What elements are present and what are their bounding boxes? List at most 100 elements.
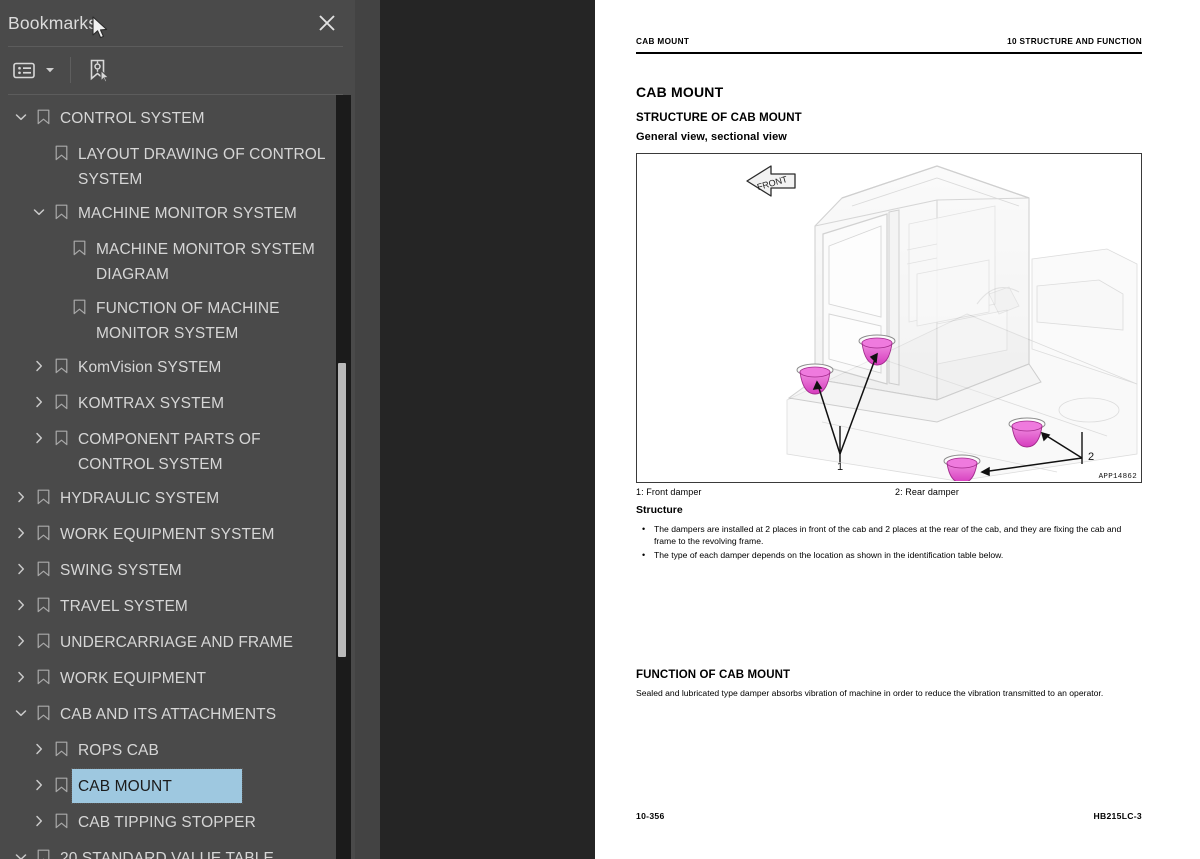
figure-captions: 1: Front damper 2: Rear damper bbox=[636, 487, 1142, 497]
bookmark-icon bbox=[32, 625, 54, 649]
bookmark-tree-item[interactable]: LAYOUT DRAWING OF CONTROL SYSTEM bbox=[0, 137, 336, 196]
chevron-down-icon[interactable] bbox=[28, 196, 50, 218]
list-item: • The dampers are installed at 2 places … bbox=[636, 523, 1142, 547]
bookmark-item-label[interactable]: ROPS CAB bbox=[72, 733, 163, 767]
bookmark-item-label[interactable]: CONTROL SYSTEM bbox=[54, 101, 209, 135]
bookmark-item-label[interactable]: WORK EQUIPMENT SYSTEM bbox=[54, 517, 279, 551]
bookmark-item-label[interactable]: MACHINE MONITOR SYSTEM bbox=[72, 196, 301, 230]
bookmark-item-label[interactable]: MACHINE MONITOR SYSTEM DIAGRAM bbox=[90, 232, 336, 291]
bookmark-tree-item[interactable]: UNDERCARRIAGE AND FRAME bbox=[0, 625, 336, 661]
bookmark-tree-item[interactable]: CAB MOUNT bbox=[0, 768, 336, 805]
chevron-right-icon[interactable] bbox=[10, 481, 32, 503]
panel-divider[interactable] bbox=[355, 0, 728, 859]
chevron-right-icon[interactable] bbox=[10, 625, 32, 647]
new-bookmark-icon[interactable] bbox=[83, 55, 113, 85]
bookmark-icon bbox=[32, 517, 54, 541]
page-title: CAB MOUNT bbox=[636, 84, 724, 100]
bullet-dot: • bbox=[642, 524, 646, 534]
chevron-right-icon[interactable] bbox=[28, 386, 50, 408]
bookmark-icon bbox=[32, 101, 54, 125]
bookmark-item-label[interactable]: CAB AND ITS ATTACHMENTS bbox=[54, 697, 280, 731]
bookmark-icon bbox=[32, 553, 54, 577]
bookmark-tree-item[interactable]: MACHINE MONITOR SYSTEM DIAGRAM bbox=[0, 232, 336, 291]
chevron-down-icon[interactable] bbox=[42, 55, 58, 85]
bookmark-tree-item[interactable]: CAB TIPPING STOPPER bbox=[0, 805, 336, 841]
bookmark-icon bbox=[32, 661, 54, 685]
chevron-right-icon[interactable] bbox=[28, 769, 50, 791]
bookmark-icon bbox=[32, 589, 54, 613]
document-page: CAB MOUNT 10 STRUCTURE AND FUNCTION CAB … bbox=[595, 0, 1200, 859]
chevron-down-icon[interactable] bbox=[10, 697, 32, 719]
bookmark-item-label[interactable]: KomVision SYSTEM bbox=[72, 350, 225, 384]
panel-title: Bookmarks bbox=[8, 12, 98, 33]
chevron-down-icon[interactable] bbox=[10, 101, 32, 123]
bookmark-icon bbox=[32, 481, 54, 505]
bookmark-item-label[interactable]: LAYOUT DRAWING OF CONTROL SYSTEM bbox=[72, 137, 332, 196]
front-direction-arrow: FRONT bbox=[746, 165, 796, 197]
bookmark-item-label[interactable]: HYDRAULIC SYSTEM bbox=[54, 481, 223, 515]
bookmark-tree-item[interactable]: CAB AND ITS ATTACHMENTS bbox=[0, 697, 336, 733]
bookmark-icon bbox=[68, 291, 90, 315]
section-subheading: General view, sectional view bbox=[636, 131, 787, 143]
bookmark-tree-item[interactable]: 20 STANDARD VALUE TABLE bbox=[0, 841, 336, 859]
list-options-icon[interactable] bbox=[10, 55, 38, 85]
chevron-right-icon[interactable] bbox=[28, 422, 50, 444]
bookmark-tree-item[interactable]: WORK EQUIPMENT SYSTEM bbox=[0, 517, 336, 553]
chevron-right-icon[interactable] bbox=[10, 589, 32, 611]
bookmark-tree-item[interactable]: KOMTRAX SYSTEM bbox=[0, 386, 336, 422]
bookmark-item-label[interactable]: KOMTRAX SYSTEM bbox=[72, 386, 228, 420]
bookmark-item-label[interactable]: SWING SYSTEM bbox=[54, 553, 186, 587]
bookmark-item-label[interactable]: FUNCTION OF MACHINE MONITOR SYSTEM bbox=[90, 291, 336, 350]
function-body-text: Sealed and lubricated type damper absorb… bbox=[636, 688, 1104, 698]
bookmark-item-label[interactable]: CAB MOUNT bbox=[71, 768, 243, 804]
bookmarks-scrollbar[interactable] bbox=[336, 95, 351, 859]
bullet-dot: • bbox=[642, 550, 646, 561]
footer-page-number: 10-356 bbox=[636, 811, 665, 821]
bookmark-tree-item[interactable]: FUNCTION OF MACHINE MONITOR SYSTEM bbox=[0, 291, 336, 350]
bookmark-icon bbox=[50, 422, 72, 446]
bookmark-tree-item[interactable]: COMPONENT PARTS OF CONTROL SYSTEM bbox=[0, 422, 336, 481]
bookmark-tree-scroll-area: CONTROL SYSTEM LAYOUT DRAWING OF CONTROL … bbox=[0, 95, 355, 859]
bookmark-icon bbox=[68, 232, 90, 256]
bookmark-tree-item[interactable]: SWING SYSTEM bbox=[0, 553, 336, 589]
tree-indent-spacer bbox=[28, 137, 50, 147]
bookmark-tree-item[interactable]: KomVision SYSTEM bbox=[0, 350, 336, 386]
bookmark-tree-item[interactable]: MACHINE MONITOR SYSTEM bbox=[0, 196, 336, 232]
function-heading: FUNCTION OF CAB MOUNT bbox=[636, 669, 791, 681]
bookmark-tree-item[interactable]: ROPS CAB bbox=[0, 733, 336, 769]
chevron-right-icon[interactable] bbox=[10, 661, 32, 683]
bookmark-item-label[interactable]: 20 STANDARD VALUE TABLE bbox=[54, 841, 278, 859]
toolbar-separator bbox=[70, 57, 71, 83]
callout-1: 1 bbox=[837, 461, 843, 473]
bookmark-tree-item[interactable]: TRAVEL SYSTEM bbox=[0, 589, 336, 625]
chevron-right-icon[interactable] bbox=[28, 733, 50, 755]
bullet-text: The dampers are installed at 2 places in… bbox=[654, 524, 1122, 547]
chevron-right-icon[interactable] bbox=[10, 553, 32, 575]
chevron-right-icon[interactable] bbox=[10, 517, 32, 539]
bookmarks-panel: Bookmarks CONTROL SYSTEM LAYOUT DRAWING … bbox=[0, 0, 355, 859]
bookmark-icon bbox=[32, 697, 54, 721]
bookmark-item-label[interactable]: TRAVEL SYSTEM bbox=[54, 589, 192, 623]
list-item: • The type of each damper depends on the… bbox=[636, 549, 1142, 561]
bookmarks-panel-header: Bookmarks bbox=[0, 0, 355, 46]
bookmark-icon bbox=[50, 137, 72, 161]
bookmark-item-label[interactable]: UNDERCARRIAGE AND FRAME bbox=[54, 625, 297, 659]
bookmark-item-label[interactable]: WORK EQUIPMENT bbox=[54, 661, 210, 695]
structure-bullet-list: • The dampers are installed at 2 places … bbox=[636, 523, 1142, 564]
bookmark-item-label[interactable]: COMPONENT PARTS OF CONTROL SYSTEM bbox=[72, 422, 332, 481]
caption-2: 2: Rear damper bbox=[895, 487, 959, 497]
bookmarks-scrollbar-thumb[interactable] bbox=[338, 363, 346, 657]
bookmarks-toolbar bbox=[0, 46, 355, 94]
chevron-right-icon[interactable] bbox=[28, 350, 50, 372]
bookmark-tree-item[interactable]: CONTROL SYSTEM bbox=[0, 101, 336, 137]
chevron-right-icon[interactable] bbox=[28, 805, 50, 827]
chevron-down-icon[interactable] bbox=[10, 841, 32, 859]
bookmark-tree-item[interactable]: HYDRAULIC SYSTEM bbox=[0, 481, 336, 517]
tree-indent-spacer bbox=[46, 232, 68, 242]
cab-mount-illustration: FRONT 1 2 bbox=[746, 165, 1138, 481]
document-running-header: CAB MOUNT 10 STRUCTURE AND FUNCTION bbox=[636, 37, 1142, 46]
header-left-text: CAB MOUNT bbox=[636, 37, 690, 46]
close-icon[interactable] bbox=[315, 11, 339, 35]
bookmark-tree-item[interactable]: WORK EQUIPMENT bbox=[0, 661, 336, 697]
bookmark-item-label[interactable]: CAB TIPPING STOPPER bbox=[72, 805, 260, 839]
